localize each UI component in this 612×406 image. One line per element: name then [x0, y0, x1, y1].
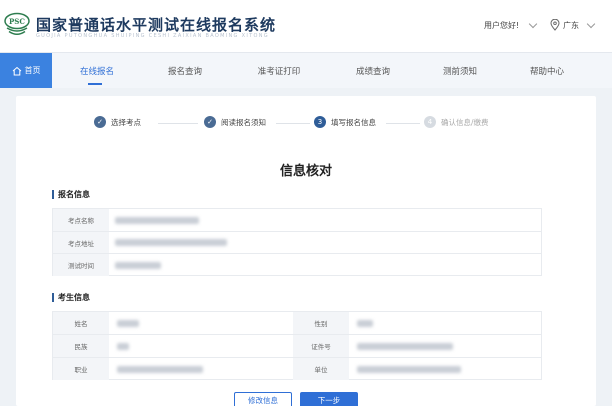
row-label: 性别 — [293, 312, 349, 334]
next-step-button[interactable]: 下一步 — [300, 392, 358, 406]
step-confirm-pay: 4 确认信息/缴费 — [424, 116, 489, 128]
redacted-value — [115, 261, 161, 269]
redacted-value — [357, 365, 461, 373]
step-read-notice: ✓ 阅读报名须知 — [204, 116, 266, 128]
chevron-down-icon[interactable] — [586, 19, 596, 29]
step-connector — [276, 123, 310, 124]
row-value — [117, 358, 287, 380]
candidate-info-table: 姓名 性别 民族 证件号 职业 单位 — [52, 311, 542, 380]
row-label: 考点名称 — [53, 209, 109, 231]
row-value — [117, 312, 287, 334]
row-value — [115, 232, 535, 253]
location-selector[interactable]: 广东 — [563, 20, 579, 31]
site-header: PSC 国家普通话水平测试在线报名系统 GUOJIA PUTONGHUA SHU… — [0, 0, 612, 52]
nav-item-test-notice[interactable]: 测前须知 — [435, 53, 485, 88]
home-icon — [12, 66, 21, 75]
svg-text:PSC: PSC — [9, 17, 25, 26]
check-icon: ✓ — [94, 116, 106, 128]
nav-active-indicator — [88, 83, 102, 85]
row-value — [115, 209, 535, 231]
redacted-value — [117, 365, 203, 373]
step-number: 4 — [424, 116, 436, 128]
row-value — [357, 335, 537, 357]
table-row: 测试时间 — [53, 254, 541, 276]
step-label: 确认信息/缴费 — [441, 117, 489, 127]
section-marker — [52, 190, 54, 199]
edit-info-button[interactable]: 修改信息 — [234, 392, 292, 406]
redacted-value — [115, 216, 199, 224]
row-value — [357, 358, 537, 380]
check-icon: ✓ — [204, 116, 216, 128]
nav-item-help-center[interactable]: 帮助中心 — [522, 53, 572, 88]
location-pin-icon[interactable] — [550, 19, 560, 31]
step-label: 选择考点 — [111, 117, 141, 127]
redacted-value — [357, 342, 453, 350]
nav-home[interactable]: 首页 — [0, 53, 52, 88]
step-connector — [386, 123, 420, 124]
section-title-text: 考生信息 — [58, 293, 90, 302]
section-title-text: 报名信息 — [58, 190, 90, 199]
row-label: 证件号 — [293, 335, 349, 357]
table-row: 姓名 性别 — [53, 312, 541, 335]
step-connector — [158, 123, 198, 124]
registration-info-table: 考点名称 考点地址 测试时间 — [52, 208, 542, 276]
user-greeting[interactable]: 用户您好! — [484, 20, 519, 31]
page-title: 信息核对 — [279, 164, 332, 179]
table-row: 民族 证件号 — [53, 335, 541, 358]
nav-home-label: 首页 — [24, 66, 41, 75]
step-fill-info: 3 填写报名信息 — [314, 116, 376, 128]
row-value — [115, 254, 535, 276]
nav-item-admission-ticket[interactable]: 准考证打印 — [248, 53, 310, 88]
nav-item-registration-query[interactable]: 报名查询 — [160, 53, 210, 88]
nav-item-score-query[interactable]: 成绩查询 — [348, 53, 398, 88]
row-label: 姓名 — [53, 312, 109, 334]
row-label: 职业 — [53, 358, 109, 380]
section-registration-info: 报名信息 — [52, 189, 90, 200]
step-label: 填写报名信息 — [331, 117, 376, 127]
table-row: 职业 单位 — [53, 358, 541, 380]
section-marker — [52, 293, 54, 302]
table-row: 考点地址 — [53, 232, 541, 254]
row-label: 考点地址 — [53, 232, 109, 253]
site-title[interactable]: 国家普通话水平测试在线报名系统 — [36, 14, 276, 35]
main-nav: 首页 在线报名 报名查询 准考证打印 成绩查询 测前须知 帮助中心 — [0, 52, 612, 88]
step-select-center: ✓ 选择考点 — [94, 116, 141, 128]
redacted-value — [117, 319, 139, 327]
site-subtitle: GUOJIA PUTONGHUA SHUIPING CESHI ZAIXIAN … — [36, 33, 269, 39]
row-value — [117, 335, 287, 357]
redacted-value — [115, 239, 227, 246]
redacted-value — [117, 342, 129, 350]
row-label: 单位 — [293, 358, 349, 380]
step-number: 3 — [314, 116, 326, 128]
table-row: 考点名称 — [53, 209, 541, 232]
row-label: 民族 — [53, 335, 109, 357]
redacted-value — [357, 319, 373, 327]
chevron-down-icon[interactable] — [528, 19, 538, 29]
psc-logo-icon[interactable]: PSC — [4, 12, 30, 38]
section-candidate-info: 考生信息 — [52, 292, 90, 303]
step-label: 阅读报名须知 — [221, 117, 266, 127]
row-value — [357, 312, 537, 334]
row-label: 测试时间 — [53, 254, 109, 276]
